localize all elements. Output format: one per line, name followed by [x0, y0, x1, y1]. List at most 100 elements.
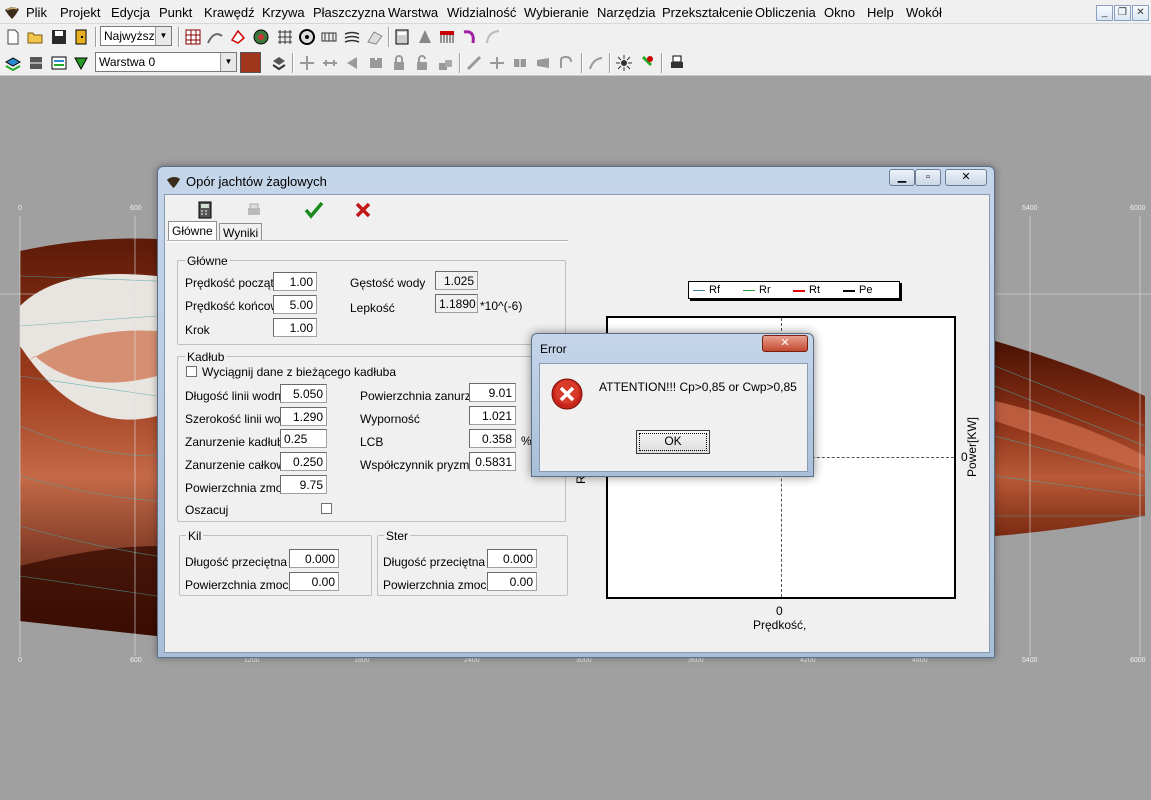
kil-area-field[interactable]: 0.00	[289, 572, 339, 591]
layer-color-swatch[interactable]	[240, 52, 261, 73]
tab-glowne[interactable]: Główne	[168, 221, 217, 240]
mesh-grid-icon[interactable]	[276, 28, 294, 46]
menu-item-3[interactable]: Edycja	[111, 5, 150, 20]
layers-icon[interactable]	[4, 54, 22, 72]
save-icon[interactable]	[50, 28, 68, 46]
immersed-area-field[interactable]: 9.01	[469, 383, 516, 402]
grid-points-icon[interactable]	[184, 28, 202, 46]
maximize-icon[interactable]: ▫	[915, 169, 941, 186]
lcb-field[interactable]: 0.358	[469, 429, 516, 448]
wetted-area-field[interactable]: 9.75	[280, 475, 327, 494]
spline-icon[interactable]	[484, 28, 502, 46]
sail-icon[interactable]	[416, 28, 434, 46]
lock-icon[interactable]	[390, 54, 408, 72]
lwl-field[interactable]: 5.050	[280, 384, 327, 403]
arrow-tool-icon[interactable]	[344, 54, 362, 72]
layer-select-icon[interactable]	[72, 54, 90, 72]
prismatic-field[interactable]: 0.5831	[469, 452, 516, 471]
mdi-close-icon[interactable]: ✕	[1132, 5, 1149, 21]
stretch-icon[interactable]	[321, 54, 339, 72]
menu-item-10[interactable]: Wybieranie	[524, 5, 589, 20]
kil-length-field[interactable]: 0.000	[289, 549, 339, 568]
menu-item-4[interactable]: Punkt	[159, 5, 192, 20]
paint-layer-icon[interactable]	[270, 54, 288, 72]
lock-all-icon[interactable]	[436, 54, 454, 72]
menu-item-6[interactable]: Krzywa	[262, 5, 305, 20]
exit-door-icon[interactable]	[72, 28, 90, 46]
ruler-top-label: 5400	[1022, 205, 1038, 212]
menu-item-14[interactable]: Okno	[824, 5, 855, 20]
new-file-icon[interactable]	[4, 28, 22, 46]
ster-length-field[interactable]: 0.000	[487, 549, 537, 568]
menu-item-5[interactable]: Krawędź	[204, 5, 255, 20]
curve-tool-icon[interactable]	[206, 28, 224, 46]
plane-icon[interactable]	[534, 54, 552, 72]
cancel-x-icon[interactable]	[355, 202, 371, 218]
menu-item-12[interactable]: Przekształcenie	[662, 5, 753, 20]
calculator-icon[interactable]	[393, 28, 411, 46]
menu-item-16[interactable]: Wokół	[906, 5, 942, 20]
menu-item-2[interactable]: Projekt	[60, 5, 100, 20]
ruler-bottom-label: 4800	[912, 657, 928, 664]
draft-total-field[interactable]: 0.250	[280, 452, 327, 471]
puzzle-icon[interactable]	[367, 54, 385, 72]
menu-item-13[interactable]: Obliczenia	[755, 5, 816, 20]
measure-icon[interactable]	[465, 54, 483, 72]
print-icon[interactable]	[245, 202, 263, 218]
viscosity-label: Lepkość	[350, 301, 395, 315]
surface-tool-icon[interactable]	[366, 28, 384, 46]
layer-properties-icon[interactable]	[50, 54, 68, 72]
menu-item-1[interactable]: Plik	[26, 5, 47, 20]
close-icon[interactable]: ✕	[945, 169, 987, 186]
bwl-field[interactable]: 1.290	[280, 407, 327, 426]
mdi-minimize-icon[interactable]: _	[1096, 5, 1113, 21]
lightbulb-icon[interactable]	[638, 54, 656, 72]
hull-lines-icon[interactable]	[343, 28, 361, 46]
trim-icon[interactable]	[587, 54, 605, 72]
close-icon[interactable]: ✕	[762, 335, 808, 352]
draft-hull-label: Zanurzenie kadłuba	[185, 435, 281, 449]
extract-hull-checkbox[interactable]	[186, 366, 197, 377]
ruler-bottom-label: 3600	[688, 657, 704, 664]
layer-stack-icon[interactable]	[27, 54, 45, 72]
checkmark-icon[interactable]	[304, 201, 324, 219]
unlock-icon[interactable]	[413, 54, 431, 72]
menu-item-7[interactable]: Płaszczyzna	[313, 5, 385, 20]
minimize-icon[interactable]: ▁	[889, 169, 915, 186]
chart-legend: Rf Rr Rt Pe	[688, 281, 900, 299]
shape-tool-icon[interactable]	[229, 28, 247, 46]
ster-area-field[interactable]: 0.00	[487, 572, 537, 591]
step-field[interactable]: 1.00	[273, 318, 317, 337]
mdi-restore-icon[interactable]: ❐	[1114, 5, 1131, 21]
render-sphere-icon[interactable]	[252, 28, 270, 46]
wheel-icon[interactable]	[298, 28, 316, 46]
insert-icon[interactable]	[511, 54, 529, 72]
comb-icon[interactable]	[438, 28, 456, 46]
print-icon[interactable]	[668, 54, 686, 72]
start-speed-field[interactable]: 1.00	[273, 272, 317, 291]
displacement-field[interactable]: 1.021	[469, 406, 516, 425]
open-folder-icon[interactable]	[26, 28, 44, 46]
frame-tool-icon[interactable]	[320, 28, 338, 46]
bend-icon[interactable]	[461, 28, 479, 46]
tab-wyniki[interactable]: Wyniki	[219, 223, 263, 240]
move-icon[interactable]	[298, 54, 316, 72]
split-icon[interactable]	[488, 54, 506, 72]
calculator-icon[interactable]	[197, 201, 213, 219]
ok-button[interactable]: OK	[636, 430, 710, 454]
legend-line-rf	[693, 290, 705, 291]
density-field: 1.025	[435, 271, 478, 290]
menu-item-11[interactable]: Narzędzia	[597, 5, 656, 20]
layer-select[interactable]: Warstwa 0 ▼	[95, 52, 237, 72]
rotate-icon[interactable]	[557, 54, 575, 72]
end-speed-label: Prędkość końcowa	[185, 299, 275, 313]
sun-light-icon[interactable]	[615, 54, 633, 72]
app-logo-icon[interactable]	[4, 4, 20, 20]
end-speed-field[interactable]: 5.00	[273, 295, 317, 314]
estimate-checkbox[interactable]	[321, 503, 332, 514]
detail-level-select[interactable]: Najwyższy ▼	[100, 26, 172, 46]
menu-item-8[interactable]: Warstwa	[388, 5, 438, 20]
menu-item-9[interactable]: Widzialność	[447, 5, 516, 20]
draft-hull-field[interactable]: 0.25	[280, 429, 327, 448]
menu-item-15[interactable]: Help	[867, 5, 894, 20]
